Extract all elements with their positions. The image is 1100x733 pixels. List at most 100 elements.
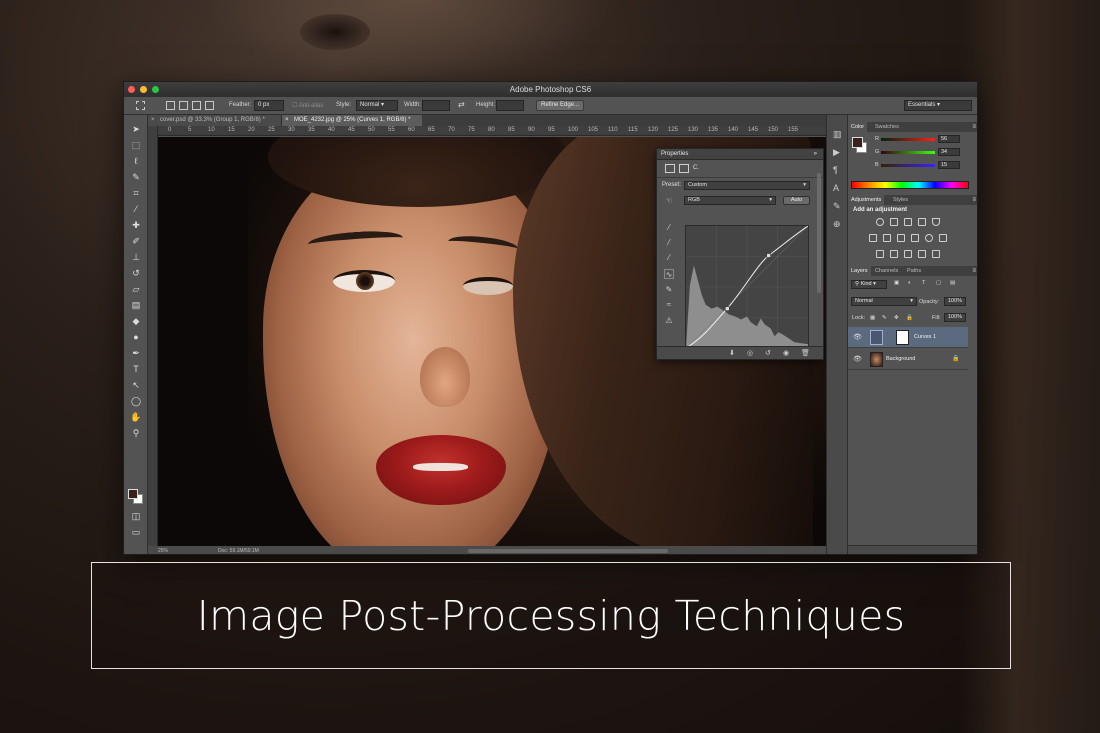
selective-color-icon[interactable] <box>932 250 940 258</box>
curves-icon[interactable] <box>904 218 912 226</box>
brush-presets-icon[interactable]: ✎ <box>833 201 841 212</box>
paragraph-panel-icon[interactable]: ¶ <box>833 165 838 175</box>
panel-menu-icon[interactable]: ≡ <box>972 195 976 205</box>
filter-smart-object-icon[interactable]: ▤ <box>950 280 955 286</box>
tab-cover-psd[interactable]: × cover.psd @ 33.3% (Group 1, RGB/8) * <box>148 115 282 126</box>
curve-point-tool-icon[interactable]: ∿ <box>664 269 674 279</box>
quick-selection-tool-icon[interactable]: ✎ <box>130 171 142 183</box>
hand-tool-icon[interactable]: ✋ <box>130 411 142 423</box>
tab-swatches[interactable]: Swatches <box>872 122 902 132</box>
properties-scrollbar[interactable] <box>817 173 821 293</box>
channel-select[interactable]: RGB ▾ <box>684 196 776 205</box>
screen-mode-icon[interactable]: ▭ <box>130 526 142 538</box>
r-value[interactable]: 56 <box>938 135 960 143</box>
color-spectrum-bar[interactable] <box>851 181 969 189</box>
tab-channels[interactable]: Channels <box>872 266 901 276</box>
tab-moe-4232[interactable]: × MOE_4232.jpg @ 25% (Curves 1, RGB/8) * <box>282 115 422 126</box>
actions-panel-icon[interactable]: ▶ <box>833 147 840 158</box>
color-lookup-icon[interactable] <box>939 234 947 242</box>
tab-styles[interactable]: Styles <box>890 195 911 205</box>
b-slider[interactable] <box>881 164 935 167</box>
brush-tool-icon[interactable]: ✐ <box>130 235 142 247</box>
toggle-visibility-icon[interactable]: ◉ <box>783 349 789 357</box>
close-tab-icon[interactable]: × <box>151 115 155 126</box>
lock-all-icon[interactable]: 🔒 <box>906 315 913 321</box>
filter-shape-icon[interactable]: ▢ <box>936 280 941 286</box>
close-tab-icon[interactable]: × <box>285 115 289 126</box>
history-panel-icon[interactable]: ▥ <box>833 129 842 140</box>
move-tool-icon[interactable]: ➤ <box>130 123 142 135</box>
tab-adjustments[interactable]: Adjustments <box>848 195 885 205</box>
tab-color[interactable]: Color <box>848 122 868 132</box>
anti-alias-checkbox[interactable]: ☐ Anti-alias <box>292 102 323 109</box>
reset-icon[interactable]: ↺ <box>765 349 771 357</box>
panel-menu-icon[interactable]: ≡ <box>972 122 976 132</box>
healing-brush-tool-icon[interactable]: ✚ <box>130 219 142 231</box>
opacity-input[interactable]: 100% <box>944 297 966 306</box>
filter-pixel-icon[interactable]: ▣ <box>894 280 899 286</box>
channel-mixer-icon[interactable] <box>925 234 933 242</box>
black-point-eyedropper-icon[interactable]: ⁄ <box>664 223 674 233</box>
clipping-warning-icon[interactable]: ⚠ <box>664 316 674 326</box>
clone-source-icon[interactable]: ⊕ <box>833 219 841 230</box>
brightness-contrast-icon[interactable] <box>876 218 884 226</box>
eyedropper-tool-icon[interactable]: ⁄ <box>130 203 142 215</box>
quick-mask-icon[interactable]: ◫ <box>130 510 142 522</box>
height-input[interactable] <box>496 100 524 111</box>
posterize-icon[interactable] <box>890 250 898 258</box>
smooth-curve-icon[interactable]: ≈ <box>664 300 674 310</box>
blend-mode-select[interactable]: Normal ▾ <box>851 297 917 306</box>
maximize-window-button[interactable] <box>152 86 159 93</box>
layer-row-background[interactable]: 👁 Background 🔒 <box>848 349 968 370</box>
marquee-tool-icon[interactable] <box>136 101 145 110</box>
preset-select[interactable]: Custom ▾ <box>684 181 810 190</box>
crop-tool-icon[interactable]: ⌗ <box>130 187 142 199</box>
layer-mask-icon[interactable] <box>679 164 689 173</box>
style-select[interactable]: Normal ▾ <box>356 100 398 111</box>
filter-type-icon[interactable]: T <box>922 280 925 286</box>
workspace-select[interactable]: Essentials ▾ <box>904 100 972 111</box>
horizontal-scrollbar[interactable] <box>468 549 668 553</box>
delete-adjustment-icon[interactable]: 🗑 <box>801 349 810 357</box>
foreground-color-swatch[interactable] <box>128 489 138 499</box>
subtract-selection-icon[interactable] <box>192 101 201 110</box>
pencil-draw-icon[interactable]: ✎ <box>664 285 674 295</box>
invert-icon[interactable] <box>876 250 884 258</box>
vibrance-icon[interactable] <box>932 218 940 226</box>
filter-kind-select[interactable]: ⚲ Kind ▾ <box>851 280 887 289</box>
lock-transparent-icon[interactable]: ▦ <box>870 315 875 321</box>
dodge-tool-icon[interactable]: ● <box>130 331 142 343</box>
zoom-tool-icon[interactable]: ⚲ <box>130 427 142 439</box>
rectangular-marquee-tool-icon[interactable]: ⬚ <box>130 139 142 151</box>
character-panel-icon[interactable]: A <box>833 183 839 193</box>
fill-input[interactable]: 100% <box>944 313 966 322</box>
g-slider[interactable] <box>881 151 935 154</box>
refine-edge-button[interactable]: Refine Edge... <box>536 100 585 111</box>
lock-pixels-icon[interactable]: ✎ <box>882 315 887 321</box>
width-input[interactable] <box>422 100 450 111</box>
clone-stamp-tool-icon[interactable]: ⊥ <box>130 251 142 263</box>
close-window-button[interactable] <box>128 86 135 93</box>
type-tool-icon[interactable]: T <box>130 363 142 375</box>
white-point-eyedropper-icon[interactable]: ⁄ <box>664 253 674 263</box>
new-selection-icon[interactable] <box>166 101 175 110</box>
tab-paths[interactable]: Paths <box>904 266 924 276</box>
path-selection-tool-icon[interactable]: ↖ <box>130 379 142 391</box>
minimize-window-button[interactable] <box>140 86 147 93</box>
on-image-adjust-icon[interactable]: ☜ <box>664 196 674 206</box>
intersect-selection-icon[interactable] <box>205 101 214 110</box>
gradient-tool-icon[interactable]: ▤ <box>130 299 142 311</box>
gradient-map-icon[interactable] <box>918 250 926 258</box>
hue-saturation-icon[interactable] <box>869 234 877 242</box>
auto-button[interactable]: Auto <box>783 196 810 205</box>
collapse-panel-icon[interactable]: » <box>814 149 817 160</box>
gray-point-eyedropper-icon[interactable]: ⁄ <box>664 238 674 248</box>
filter-adjustment-icon[interactable]: ◐ <box>908 280 911 286</box>
g-value[interactable]: 34 <box>938 148 960 156</box>
levels-icon[interactable] <box>890 218 898 226</box>
view-previous-icon[interactable]: ◎ <box>747 349 753 357</box>
zoom-level[interactable]: 25% <box>158 548 168 554</box>
eraser-tool-icon[interactable]: ▱ <box>130 283 142 295</box>
lock-position-icon[interactable]: ✥ <box>894 315 899 321</box>
panel-menu-icon[interactable]: ≡ <box>972 266 976 276</box>
